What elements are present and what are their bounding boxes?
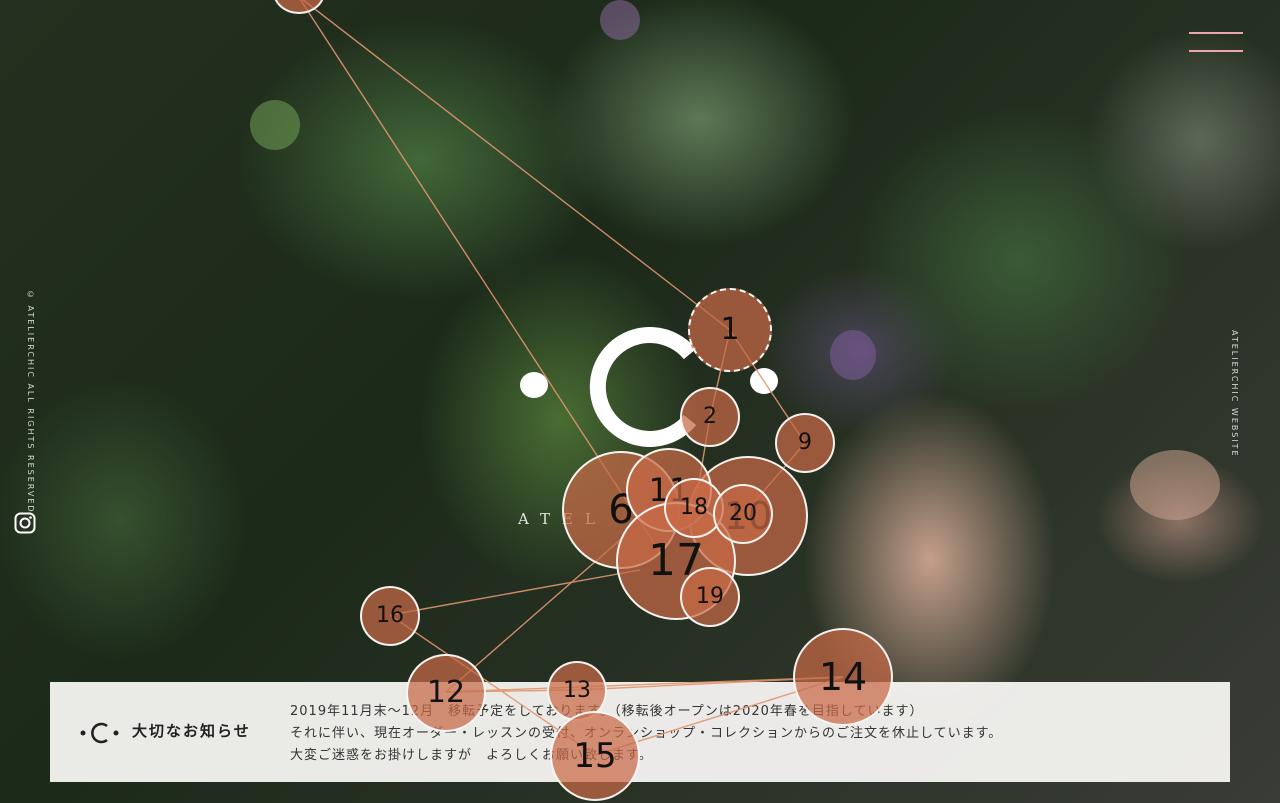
important-notice-panel: 大切なお知らせ 2019年11月末〜12月 移転予定をしております。（移転後オー…: [50, 682, 1230, 782]
map-marker[interactable]: 19: [680, 567, 740, 627]
map-marker[interactable]: 20: [713, 484, 773, 544]
map-marker[interactable]: 15: [550, 711, 640, 801]
map-marker[interactable]: 2: [680, 387, 740, 447]
logo-dot-left: [520, 372, 548, 398]
notice-line: それに伴い、現在オーダー・レッスンの受付、オンランショップ・コレクションからのご…: [290, 726, 1003, 741]
hamburger-menu-icon: [1189, 50, 1243, 52]
menu-button[interactable]: [1189, 32, 1243, 54]
map-marker[interactable]: 16: [360, 586, 420, 646]
notice-line: 2019年11月末〜12月 移転予定をしております。（移転後オープンは2020年…: [290, 704, 924, 719]
flower-accent: [830, 330, 876, 380]
hamburger-menu-icon: [1189, 32, 1243, 34]
map-marker[interactable]: 9: [775, 413, 835, 473]
flower-accent: [1130, 450, 1220, 520]
map-marker[interactable]: 14: [793, 628, 893, 726]
logo-dot-right: [750, 368, 778, 394]
instagram-icon: [14, 512, 36, 534]
notice-line: 大変ご迷惑をお掛けしますが よろしくお願い致します。: [290, 748, 653, 763]
instagram-link[interactable]: [14, 512, 36, 534]
map-marker[interactable]: 1: [688, 288, 772, 372]
site-label: ATELIERCHIC WEBSITE: [1230, 330, 1239, 458]
notice-title: 大切なお知らせ: [132, 722, 251, 740]
notice-body: 2019年11月末〜12月 移転予定をしております。（移転後オープンは2020年…: [290, 701, 1002, 767]
map-marker[interactable]: 12: [406, 654, 486, 732]
flower-accent: [600, 0, 640, 40]
copyright-text: © ATELIERCHIC ALL RIGHTS RESERVED: [26, 290, 35, 514]
atelierchic-logo-small: [80, 722, 119, 744]
flower-accent: [250, 100, 300, 150]
